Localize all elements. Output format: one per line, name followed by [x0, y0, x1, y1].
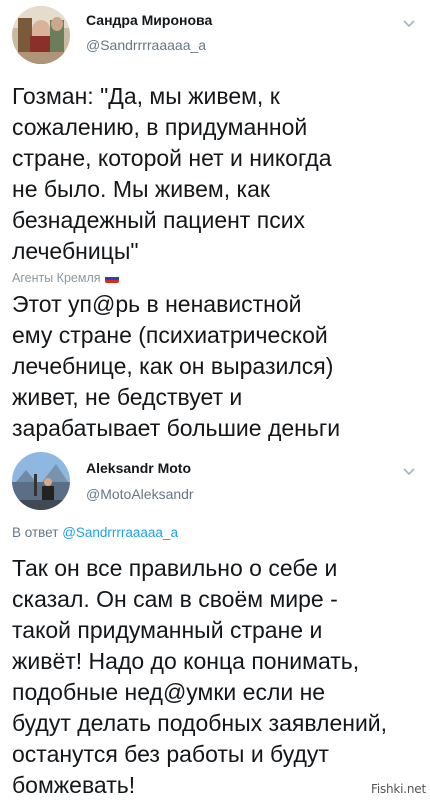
comment-line: ему стране (психиатрической — [12, 322, 328, 348]
reply-handle-link[interactable]: @Sandrrrraaaaa_a — [62, 525, 178, 540]
tweet-2-text: Так он все правильно о себе и сказал. Он… — [12, 553, 422, 801]
tweet-line: подобные нед@умки если не — [12, 679, 326, 705]
tweet-line: будут делать подобных заявлений, — [12, 710, 388, 736]
tweet-2-header: Aleksandr Moto @MotoAleksandr — [0, 452, 430, 512]
chevron-down-icon[interactable] — [402, 464, 416, 476]
tweet-line: безнадежный пациент псих — [12, 207, 306, 233]
author-handle[interactable]: @Sandrrrraaaaa_a — [86, 37, 206, 53]
avatar-image — [12, 452, 70, 510]
tweet-line: сожалению, в придуманной — [12, 114, 308, 140]
avatar[interactable] — [12, 452, 70, 510]
author-name[interactable]: Aleksandr Moto — [86, 460, 191, 476]
tweet-line: стране, которой нет и никогда — [12, 145, 332, 171]
tweet-line: Гозман: "Да, мы живем, к — [12, 83, 280, 109]
author-name[interactable]: Сандра Миронова — [86, 12, 212, 28]
tweet-line: живёт! Надо до конца понимать, — [12, 648, 360, 674]
comment-text: Этот уп@рь в ненавистной ему стране (пси… — [12, 289, 422, 444]
russian-flag-icon — [104, 274, 119, 284]
tweet-line: не было. Мы живем, как — [12, 176, 270, 202]
tweet-1-header: Сандра Миронова @Sandrrrraaaaa_a — [0, 6, 430, 66]
tweet-line: такой придуманный стране и — [12, 617, 323, 643]
comment-line: Этот уп@рь в ненавистной — [12, 291, 302, 317]
watermark: Fishki.net — [370, 782, 426, 796]
avatar[interactable] — [12, 6, 70, 64]
tweet-1-text: Гозман: "Да, мы живем, к сожалению, в пр… — [12, 81, 422, 267]
author-handle[interactable]: @MotoAleksandr — [86, 486, 194, 502]
avatar-image — [12, 6, 70, 64]
source-label[interactable]: Агенты Кремля — [12, 271, 119, 285]
chevron-down-icon[interactable] — [402, 16, 416, 28]
tweet-line: Так он все правильно о себе и — [12, 555, 338, 581]
comment-line: зарабатывает большие деньги — [12, 415, 341, 441]
source-label-text: Агенты Кремля — [12, 271, 101, 285]
reply-to-line: В ответ @Sandrrrraaaaa_a — [12, 525, 178, 540]
tweet-line: лечебницы" — [12, 238, 139, 264]
tweet-line: сказал. Он сам в своём мире - — [12, 586, 338, 612]
comment-line: живет, не бедствует и — [12, 384, 243, 410]
tweet-line: бомжевать! — [12, 772, 136, 798]
tweet-line: останутся без работы и будут — [12, 741, 329, 767]
comment-line: лечебнице, как он выразился) — [12, 353, 334, 379]
reply-prefix: В ответ — [12, 525, 59, 540]
